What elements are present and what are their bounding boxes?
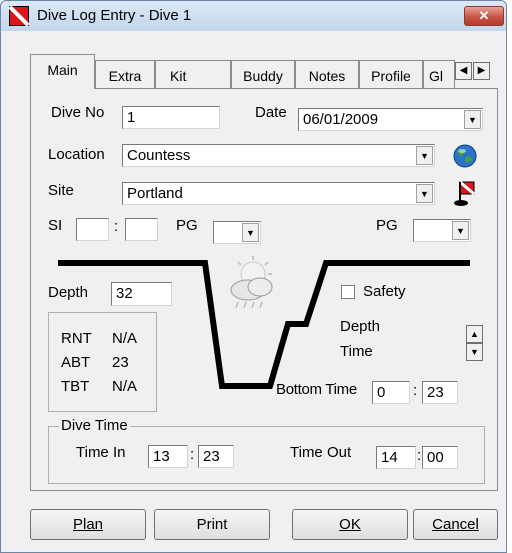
depth-input[interactable]: 32 [111,282,172,306]
date-dropdown-button[interactable]: ▼ [464,110,481,129]
tab-extra[interactable]: Extra [95,60,155,90]
tab-buddy[interactable]: Buddy [231,60,295,90]
location-combo[interactable]: Countess ▼ [122,144,435,167]
tab-gl[interactable]: Gl [423,60,455,90]
safety-checkbox[interactable] [341,285,355,299]
cancel-button[interactable]: Cancel [413,509,498,540]
time-out-hours-input[interactable]: 14 [376,446,416,469]
pg-start-combo[interactable]: ▼ [213,221,261,244]
ok-button[interactable]: OK [292,509,408,540]
tab-scroll-right-button[interactable]: ▶ [473,62,490,80]
tab-profile[interactable]: Profile [359,60,423,90]
print-button[interactable]: Print [154,509,270,540]
close-button[interactable]: ✕ [464,6,504,26]
tab-kit[interactable]: Kit [155,60,231,90]
pg-end-combo[interactable]: ▼ [413,219,471,242]
pg-end-dropdown-button[interactable]: ▼ [452,221,469,240]
bottom-time-hours-input[interactable]: 0 [372,381,410,404]
site-combo[interactable]: Portland ▼ [122,182,435,205]
tab-notes[interactable]: Notes [295,60,359,90]
bottom-time-minutes-input[interactable]: 23 [422,381,458,404]
tab-scroll-left-button[interactable]: ◀ [455,62,472,80]
si-hours-input[interactable] [76,218,109,241]
pg-start-dropdown-button[interactable]: ▼ [242,223,259,242]
dive-no-input[interactable]: 1 [122,106,220,129]
spin-up-button[interactable]: ▲ [466,325,483,343]
plan-button[interactable]: Plan [30,509,146,540]
date-value: 06/01/2009 [303,111,379,128]
site-value: Portland [127,185,183,202]
si-minutes-input[interactable] [125,218,158,241]
location-dropdown-button[interactable]: ▼ [416,146,433,165]
location-value: Countess [127,147,191,164]
tab-main[interactable]: Main [30,54,95,89]
date-picker[interactable]: 06/01/2009 ▼ [298,108,483,131]
title-bar[interactable]: Dive Log Entry - Dive 1 ✕ [1,1,506,31]
time-in-minutes-input[interactable]: 23 [198,445,234,468]
dive-flag-icon [9,6,29,26]
window-title: Dive Log Entry - Dive 1 [37,7,192,24]
time-in-hours-input[interactable]: 13 [148,445,188,468]
globe-icon[interactable] [452,143,478,169]
dive-site-icon[interactable] [452,180,478,208]
site-dropdown-button[interactable]: ▼ [416,184,433,203]
weather-icon[interactable] [220,254,282,314]
spin-down-button[interactable]: ▼ [466,343,483,361]
time-out-minutes-input[interactable]: 00 [422,446,458,469]
